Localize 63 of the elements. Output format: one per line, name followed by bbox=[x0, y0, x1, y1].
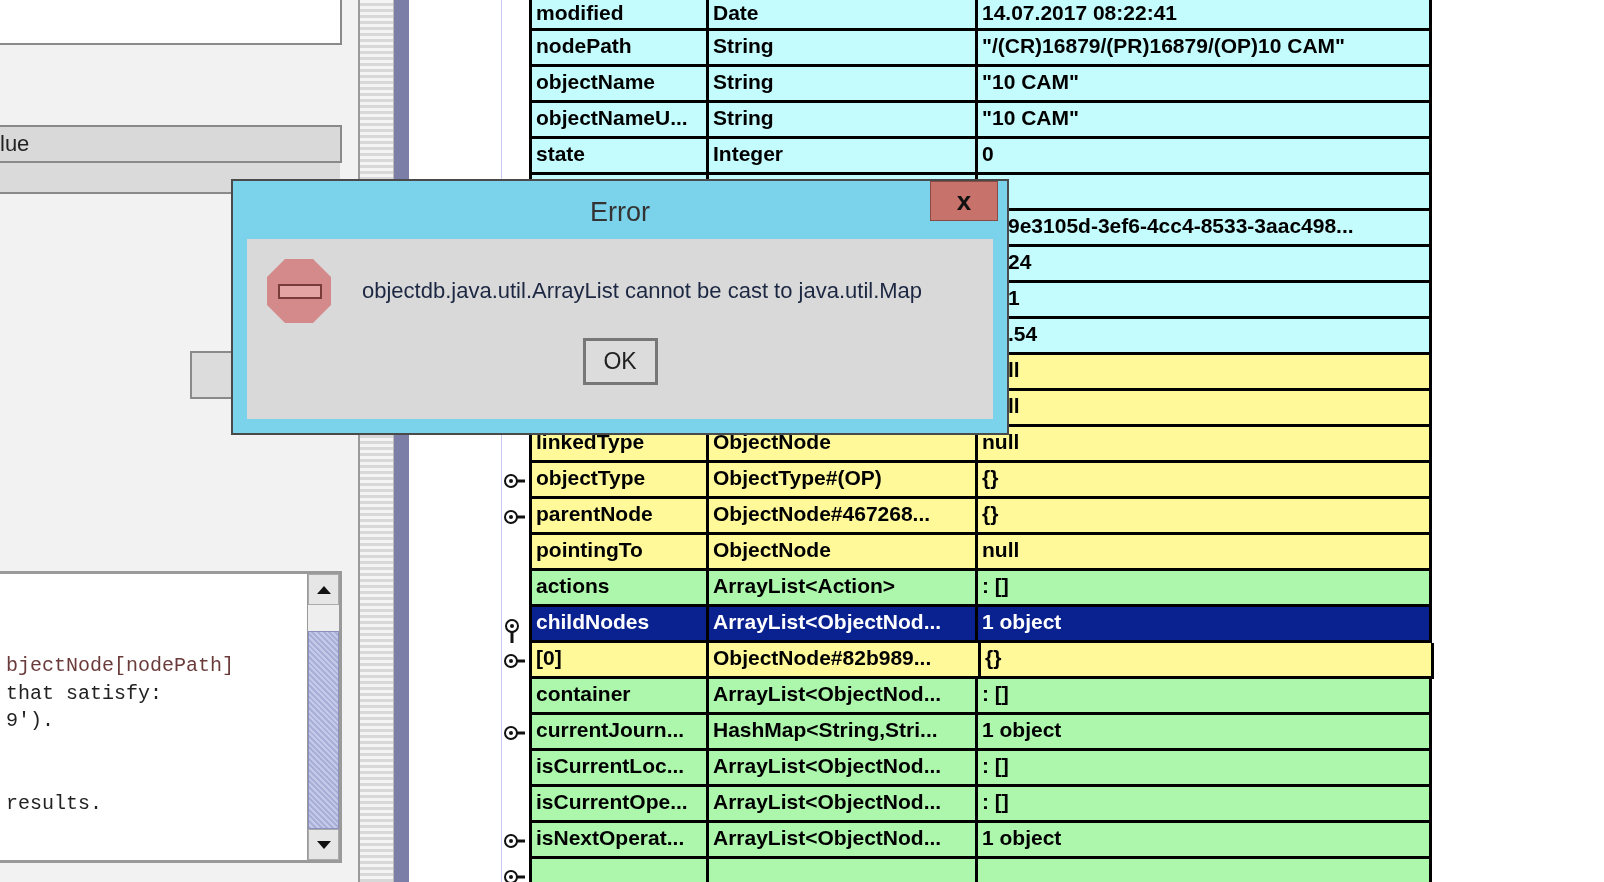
code-line: 9'). bbox=[6, 708, 55, 734]
field-name-text: currentJourn... bbox=[536, 718, 685, 741]
field-type-text: ArrayList<ObjectNod... bbox=[713, 826, 942, 849]
field-value-text: : [] bbox=[982, 682, 1009, 705]
field-name-text: parentNode bbox=[536, 502, 653, 525]
field-type-text: Integer bbox=[713, 142, 783, 165]
field-type-text: ArrayList<ObjectNod... bbox=[713, 610, 942, 633]
field-value-text: {} bbox=[982, 466, 999, 489]
field-name-text: actions bbox=[536, 574, 610, 597]
field-type-text: ArrayList<ObjectNod... bbox=[713, 682, 942, 705]
field-name-text: isNextOperat... bbox=[536, 826, 685, 849]
code-line: results. bbox=[6, 790, 103, 817]
field-value-text: ll bbox=[1008, 358, 1020, 381]
field-type-text: ArrayList<ObjectNod... bbox=[713, 754, 942, 777]
field-value-text: {} bbox=[985, 646, 1002, 669]
field-value-text: 1 object bbox=[982, 826, 1062, 849]
field-value-text: : [] bbox=[982, 754, 1009, 777]
field-value-text: 24 bbox=[1008, 250, 1032, 273]
field-type-text: String bbox=[713, 106, 774, 129]
field-name-text: linkedType bbox=[536, 430, 645, 453]
field-value-text: "10 CAM" bbox=[982, 70, 1079, 93]
field-value-text: : [] bbox=[982, 574, 1009, 597]
field-value-text: : [] bbox=[982, 790, 1009, 813]
field-name-text: objectType bbox=[536, 466, 646, 489]
field-value-text: 1 bbox=[1008, 286, 1020, 309]
field-value-text: null bbox=[982, 538, 1020, 561]
field-type-text: Date bbox=[713, 1, 759, 24]
field-value-text: 9e3105d-3ef6-4cc4-8533-3aac498... bbox=[1008, 214, 1354, 237]
field-value-text: .54 bbox=[1008, 322, 1038, 345]
error-message: objectdb.java.util.ArrayList cannot be cast to java.util.Map bbox=[362, 278, 923, 304]
field-value-text: 1 object bbox=[982, 610, 1062, 633]
field-value-text: {} bbox=[982, 502, 999, 525]
field-value-text: null bbox=[982, 430, 1020, 453]
field-type-text: ObjectNode bbox=[713, 538, 831, 561]
field-name-text: container bbox=[536, 682, 631, 705]
field-name-text: pointingTo bbox=[536, 538, 643, 561]
field-value-text: "10 CAM" bbox=[982, 106, 1079, 129]
field-value-text: 1 object bbox=[982, 718, 1062, 741]
field-type-text: ObjectType#(OP) bbox=[713, 466, 882, 489]
field-type-text: HashMap<String,Stri... bbox=[713, 718, 938, 741]
field-name-text: state bbox=[536, 142, 586, 165]
field-name-text: isCurrentLoc... bbox=[536, 754, 685, 777]
field-type-text: String bbox=[713, 34, 774, 57]
field-type-text: ObjectNode bbox=[713, 430, 831, 453]
field-type-text: ArrayList<Action> bbox=[713, 574, 896, 597]
field-type-text: ObjectNode#467268... bbox=[713, 502, 931, 525]
code-line: bjectNode[nodePath] bbox=[6, 653, 236, 679]
field-value-text: 0 bbox=[982, 142, 994, 165]
field-name-text: childNodes bbox=[536, 610, 650, 633]
field-value-text: ll bbox=[1008, 394, 1020, 417]
field-name-text: nodePath bbox=[536, 34, 632, 57]
field-name-text: isCurrentOpe... bbox=[536, 790, 688, 813]
field-name-text: objectNameU... bbox=[536, 106, 688, 129]
dialog-title: Error bbox=[590, 196, 650, 228]
field-value-text: 14.07.2017 08:22:41 bbox=[982, 1, 1177, 24]
field-value-text: "/(CR)16879/(PR)16879/(OP)10 CAM" bbox=[982, 34, 1346, 57]
field-type-text: String bbox=[713, 70, 774, 93]
field-name-text: objectName bbox=[536, 70, 656, 93]
code-line: that satisfy: bbox=[6, 680, 164, 707]
field-name-text: modified bbox=[536, 1, 624, 24]
field-type-text: ObjectNode#82b989... bbox=[713, 646, 932, 669]
field-type-text: ArrayList<ObjectNod... bbox=[713, 790, 942, 813]
field-name-text: [0] bbox=[536, 646, 562, 669]
